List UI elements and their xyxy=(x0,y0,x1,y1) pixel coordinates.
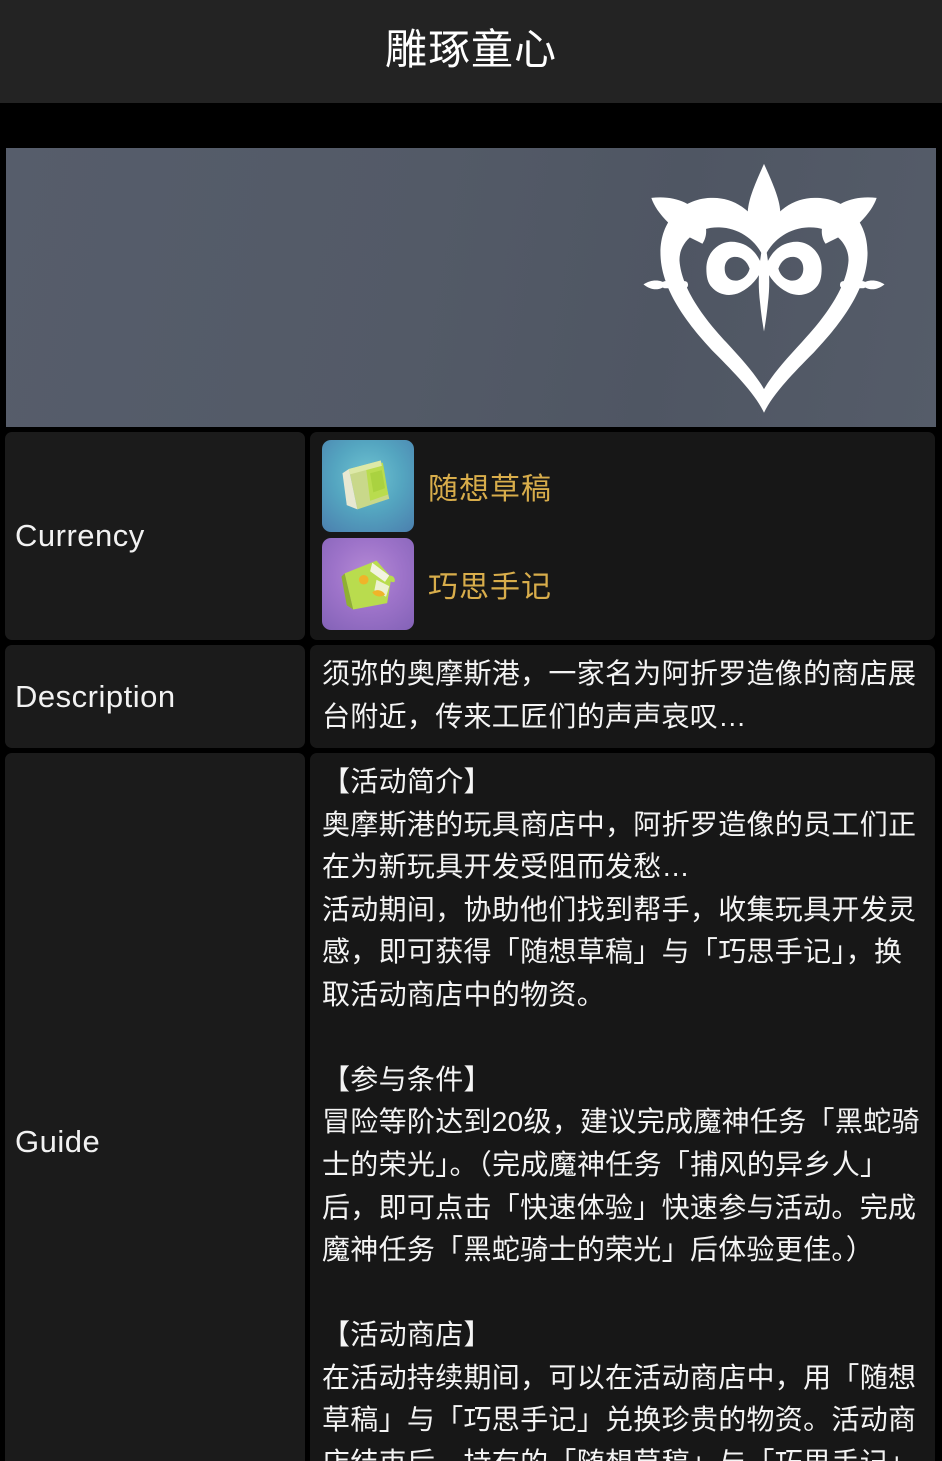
notebook-icon xyxy=(322,538,414,630)
activity-info-table: Currency 随想草稿 巧思手记 Description 须弥的奥摩斯港，一… xyxy=(0,427,942,1461)
header-divider xyxy=(0,103,942,148)
description-row-label-cell: Description xyxy=(5,645,305,749)
ornate-heart-emblem-icon xyxy=(630,156,898,418)
guide-row-label-cell: Guide xyxy=(5,753,305,1461)
currency-row-value-cell: 随想草稿 巧思手记 xyxy=(310,432,935,640)
description-row-value-cell: 须弥的奥摩斯港，一家名为阿折罗造像的商店展台附近，传来工匠们的声声哀叹… xyxy=(310,645,935,749)
guide-text: 【活动简介】 奥摩斯港的玩具商店中，阿折罗造像的员工们正在为新玩具开发受阻而发愁… xyxy=(322,766,920,1461)
table-row-description: Description 须弥的奥摩斯港，一家名为阿折罗造像的商店展台附近，传来工… xyxy=(5,645,935,749)
currency-name: 随想草稿 xyxy=(428,473,552,506)
description-label: Description xyxy=(15,678,176,714)
activity-detail-page: 雕琢童心 Currency 随想草稿 巧思手记 Description 须弥的奥… xyxy=(0,0,942,1461)
table-row-currency: Currency 随想草稿 巧思手记 xyxy=(5,432,935,640)
description-text: 须弥的奥摩斯港，一家名为阿折罗造像的商店展台附近，传来工匠们的声声哀叹… xyxy=(322,658,917,732)
currency-list: 随想草稿 巧思手记 xyxy=(322,440,921,630)
table-row-guide: Guide 【活动简介】 奥摩斯港的玩具商店中，阿折罗造像的员工们正在为新玩具开… xyxy=(5,753,935,1461)
activity-banner xyxy=(6,148,936,427)
currency-label: Currency xyxy=(15,518,145,553)
page-title: 雕琢童心 xyxy=(384,25,557,73)
currency-row-label-cell: Currency xyxy=(5,432,305,640)
page-header: 雕琢童心 xyxy=(0,0,942,103)
list-item[interactable]: 随想草稿 xyxy=(322,440,921,532)
guide-row-value-cell: 【活动简介】 奥摩斯港的玩具商店中，阿折罗造像的员工们正在为新玩具开发受阻而发愁… xyxy=(310,753,935,1461)
guide-label: Guide xyxy=(15,1124,101,1160)
list-item[interactable]: 巧思手记 xyxy=(322,538,921,630)
folded-paper-sketch-icon xyxy=(322,440,414,532)
currency-name: 巧思手记 xyxy=(428,571,552,604)
